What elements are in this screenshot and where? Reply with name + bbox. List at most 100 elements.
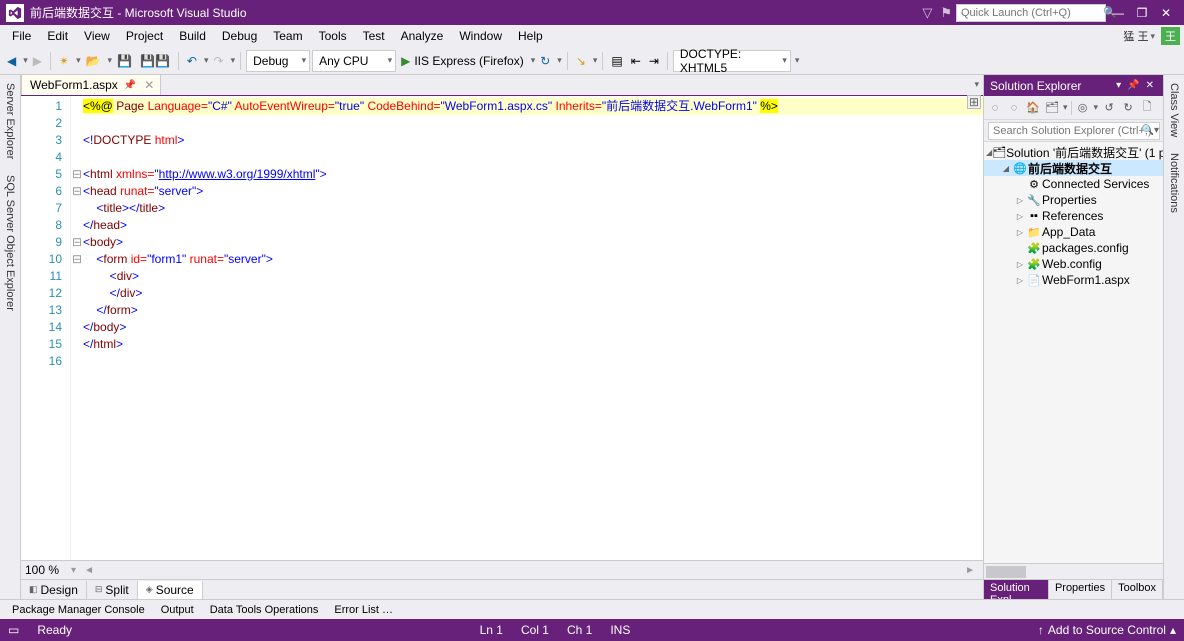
menu-edit[interactable]: Edit — [39, 27, 76, 45]
doctype-dropdown[interactable]: DOCTYPE: XHTML5 — [673, 50, 791, 72]
tree-solution-node[interactable]: 🗂 Solution '前后端数据交互' (1 project) — [984, 144, 1163, 160]
menu-team[interactable]: Team — [265, 27, 310, 45]
scroll-left[interactable]: ◄ — [80, 565, 98, 576]
menu-view[interactable]: View — [76, 27, 118, 45]
step-into-button[interactable]: ↘ — [573, 50, 589, 72]
tree-item[interactable]: 🧩Web.config — [984, 256, 1163, 272]
bottom-tab-package-manager-console[interactable]: Package Manager Console — [4, 602, 153, 618]
indent-btn2[interactable]: ⇤ — [628, 50, 644, 72]
code-editor[interactable]: 12345678910111213141516 ⊟⊟⊟⊟ <%@ Page La… — [21, 96, 983, 560]
tree-project-node[interactable]: 🌐 前后端数据交互 — [984, 160, 1163, 176]
design-icon: ◧ — [29, 584, 38, 595]
menu-help[interactable]: Help — [510, 27, 551, 45]
open-file-button[interactable]: 📂 — [83, 50, 104, 72]
config-dropdown[interactable]: Debug — [246, 50, 310, 72]
panel-tab-properties[interactable]: Properties — [1049, 580, 1112, 599]
refresh-button[interactable]: ↻ — [1120, 100, 1136, 116]
tree-item[interactable]: 🧩packages.config — [984, 240, 1163, 256]
panel-pin-icon[interactable]: 📌 — [1124, 80, 1142, 91]
new-project-button[interactable]: ✴ — [56, 50, 72, 72]
back-se-button[interactable]: ◌ — [1006, 100, 1022, 116]
redo-split-caret[interactable]: ▾ — [231, 55, 236, 66]
menu-tools[interactable]: Tools — [311, 27, 355, 45]
indent-btn1[interactable]: ▤ — [608, 50, 625, 72]
solution-tree[interactable]: 🗂 Solution '前后端数据交互' (1 project) 🌐 前后端数据… — [984, 142, 1163, 563]
back-button[interactable]: ◀ — [4, 50, 19, 72]
user-dropdown-icon[interactable]: ▾ — [1150, 31, 1155, 42]
user-avatar-badge[interactable]: 王 — [1161, 27, 1180, 45]
pin-icon[interactable]: 📌 — [124, 80, 136, 91]
notification-flag-icon[interactable]: ⚑ — [940, 5, 952, 21]
panel-window-dropdown[interactable]: ▾ — [1113, 80, 1124, 91]
code-text-area[interactable]: <%@ Page Language="C#" AutoEventWireup="… — [83, 96, 983, 560]
tree-item[interactable]: 📄WebForm1.aspx — [984, 272, 1163, 288]
menu-debug[interactable]: Debug — [214, 27, 265, 45]
user-name[interactable]: 猛 王 — [1123, 28, 1148, 44]
indent-btn3[interactable]: ⇥ — [646, 50, 662, 72]
tree-item[interactable]: ⚙Connected Services — [984, 176, 1163, 192]
sidetab-server-explorer[interactable]: Server Explorer — [2, 75, 18, 167]
browser-link-refresh-button[interactable]: ↻ — [537, 50, 553, 72]
refresh-split-caret[interactable]: ▾ — [557, 55, 562, 66]
bottom-tab-output[interactable]: Output — [153, 602, 202, 618]
solution-search-input[interactable] — [988, 122, 1160, 140]
home-button[interactable]: ◌ — [987, 100, 1003, 116]
step-split-caret[interactable]: ▾ — [593, 55, 598, 66]
start-split-caret[interactable]: ▾ — [531, 55, 536, 66]
menu-test[interactable]: Test — [355, 27, 393, 45]
restore-button[interactable]: ❐ — [1130, 3, 1154, 23]
toolbar-overflow[interactable]: ▾ — [795, 55, 800, 66]
fold-column[interactable]: ⊟⊟⊟⊟ — [71, 96, 83, 560]
split-editor-button[interactable]: ⊞ — [967, 95, 981, 109]
design-tab[interactable]: ◧Design — [21, 581, 87, 599]
undo-button[interactable]: ↶ — [184, 50, 200, 72]
scroll-right[interactable]: ► — [961, 565, 979, 576]
panel-close-button[interactable]: ✕ — [1143, 80, 1157, 91]
preview-button[interactable]: ◎ — [1075, 100, 1091, 116]
collapse-all-button[interactable]: ↺ — [1101, 100, 1117, 116]
tree-item[interactable]: ▪▪References — [984, 208, 1163, 224]
show-all-files-button[interactable]: 🗋 — [1139, 100, 1155, 116]
redo-button[interactable]: ↷ — [211, 50, 227, 72]
source-tab[interactable]: ◈Source — [138, 581, 203, 599]
tab-overflow-dropdown[interactable]: ▾ — [972, 77, 981, 92]
solution-explorer-scrollbar[interactable] — [984, 563, 1163, 579]
split-tab[interactable]: ⊟Split — [87, 581, 138, 599]
platform-dropdown[interactable]: Any CPU — [312, 50, 396, 72]
solution-explorer-title-bar[interactable]: Solution Explorer ▾ 📌 ✕ — [984, 75, 1163, 96]
bottom-tab-data-tools-operations[interactable]: Data Tools Operations — [202, 602, 327, 618]
bottom-tab-error-list-[interactable]: Error List … — [326, 602, 401, 618]
forward-button[interactable]: ▶ — [30, 50, 45, 72]
menu-project[interactable]: Project — [118, 27, 171, 45]
document-tab[interactable]: WebForm1.aspx 📌 ✕ — [21, 75, 161, 95]
menu-build[interactable]: Build — [171, 27, 214, 45]
save-all-button[interactable]: 💾💾 — [137, 50, 173, 72]
sidetab-class-view[interactable]: Class View — [1166, 75, 1182, 145]
sync-button[interactable]: 🗂 — [1044, 100, 1060, 116]
quick-launch-search[interactable]: 🔍 — [956, 4, 1106, 22]
new-split-caret[interactable]: ▾ — [76, 55, 81, 66]
undo-split-caret[interactable]: ▾ — [204, 55, 209, 66]
menu-window[interactable]: Window — [451, 27, 510, 45]
filter-icon[interactable]: ▽ — [922, 5, 932, 21]
tree-item[interactable]: 🔧Properties — [984, 192, 1163, 208]
minimize-button[interactable]: — — [1106, 3, 1130, 23]
open-split-caret[interactable]: ▾ — [108, 55, 113, 66]
zoom-dropdown[interactable]: ▾ — [67, 565, 80, 576]
tree-item[interactable]: 📁App_Data — [984, 224, 1163, 240]
sidetab-sql-server-object-explorer[interactable]: SQL Server Object Explorer — [2, 167, 18, 319]
close-tab-button[interactable]: ✕ — [142, 78, 156, 92]
quick-launch-input[interactable] — [961, 7, 1103, 19]
menu-analyze[interactable]: Analyze — [393, 27, 452, 45]
source-control-button[interactable]: ↑ Add to Source Control ▴ — [1038, 623, 1176, 637]
zoom-level[interactable]: 100 % — [25, 563, 59, 577]
close-window-button[interactable]: ✕ — [1154, 3, 1178, 23]
panel-tab-solution-explorer[interactable]: Solution Expl… — [984, 580, 1049, 599]
panel-tab-toolbox[interactable]: Toolbox — [1112, 580, 1163, 599]
menu-file[interactable]: File — [4, 27, 39, 45]
save-button[interactable]: 💾 — [114, 50, 135, 72]
sidetab-notifications[interactable]: Notifications — [1166, 145, 1182, 221]
back-split-caret[interactable]: ▾ — [23, 55, 28, 66]
home-se-button[interactable]: 🏠 — [1025, 100, 1041, 116]
start-debug-button[interactable]: ▶ IIS Express (Firefox) — [398, 50, 527, 72]
